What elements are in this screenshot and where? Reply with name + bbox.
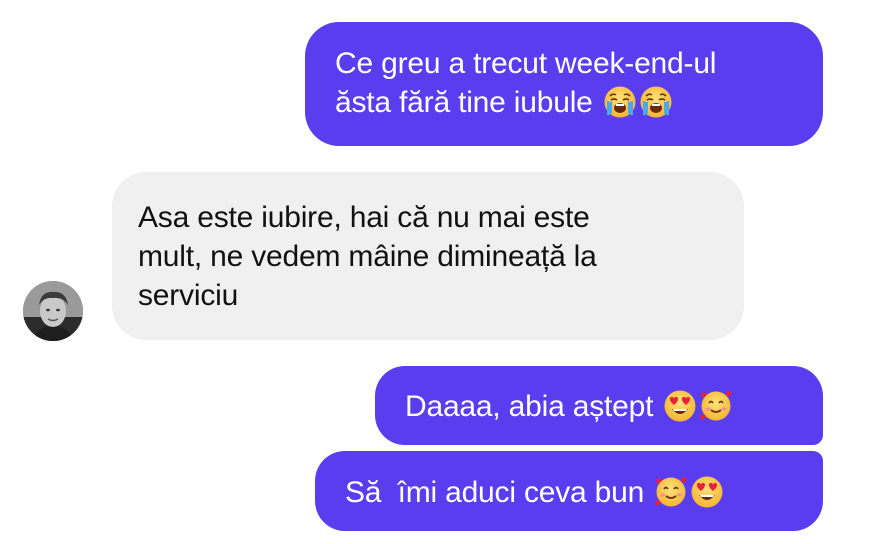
message-bubble-outgoing[interactable]: Ce greu a trecut week-end-ul ăsta fără t… [305, 22, 823, 146]
message-bubble-outgoing[interactable]: Să îmi aduci ceva bun [315, 451, 823, 531]
message-text-line: Să îmi aduci ceva bun [345, 473, 807, 512]
message-text-line: Asa este iubire, hai că nu mai este [138, 201, 590, 234]
avatar-photo-icon [23, 281, 83, 341]
message-text-line: Ce greu a trecut week-end-ul [335, 47, 717, 80]
smiling-face-with-hearts-icon [654, 475, 688, 509]
heart-eyes-face-icon [663, 389, 697, 423]
message-text: Daaaa, abia aștept [405, 390, 662, 423]
smiling-face-with-hearts-icon [699, 389, 733, 423]
message-bubble-incoming[interactable]: Asa este iubire, hai că nu mai este mult… [112, 172, 744, 340]
heart-eyes-face-icon [690, 475, 724, 509]
message-text: Să îmi aduci ceva bun [345, 476, 653, 509]
message-text-line: serviciu [138, 279, 239, 312]
chat-thread: Ce greu a trecut week-end-ul ăsta fără t… [0, 0, 871, 544]
loudly-crying-face-icon [639, 85, 673, 119]
message-text-line: mult, ne vedem mâine dimineață la [138, 240, 597, 273]
loudly-crying-face-icon [603, 85, 637, 119]
contact-avatar[interactable] [23, 281, 83, 341]
message-text-line: ăsta fără tine iubule [335, 83, 803, 122]
message-bubble-outgoing[interactable]: Daaaa, abia aștept [375, 366, 823, 445]
message-text: ăsta fără tine iubule [335, 86, 601, 119]
message-text-line: Daaaa, abia aștept [405, 387, 807, 426]
